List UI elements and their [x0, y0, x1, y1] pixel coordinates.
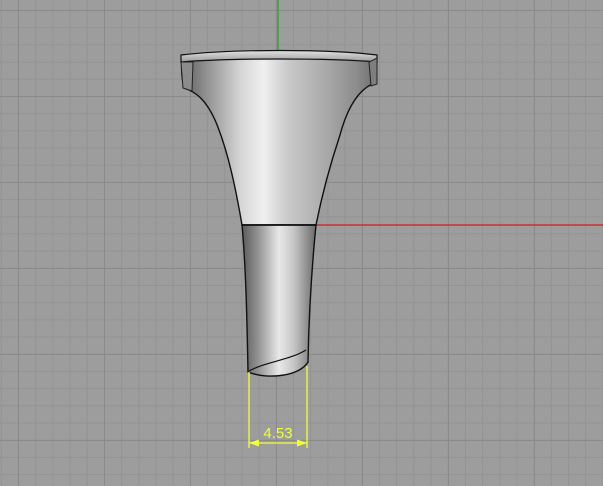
model-cap-left-notch	[180, 61, 194, 92]
dimension-value-label: 4.53	[263, 425, 293, 442]
rhino-viewport[interactable]: 4.53	[0, 0, 603, 486]
model-upper-body[interactable]	[180, 54, 377, 226]
model-lower-leg[interactable]	[241, 224, 317, 377]
model-cap-right-notch	[368, 57, 378, 87]
viewport-scene[interactable]	[0, 0, 603, 486]
